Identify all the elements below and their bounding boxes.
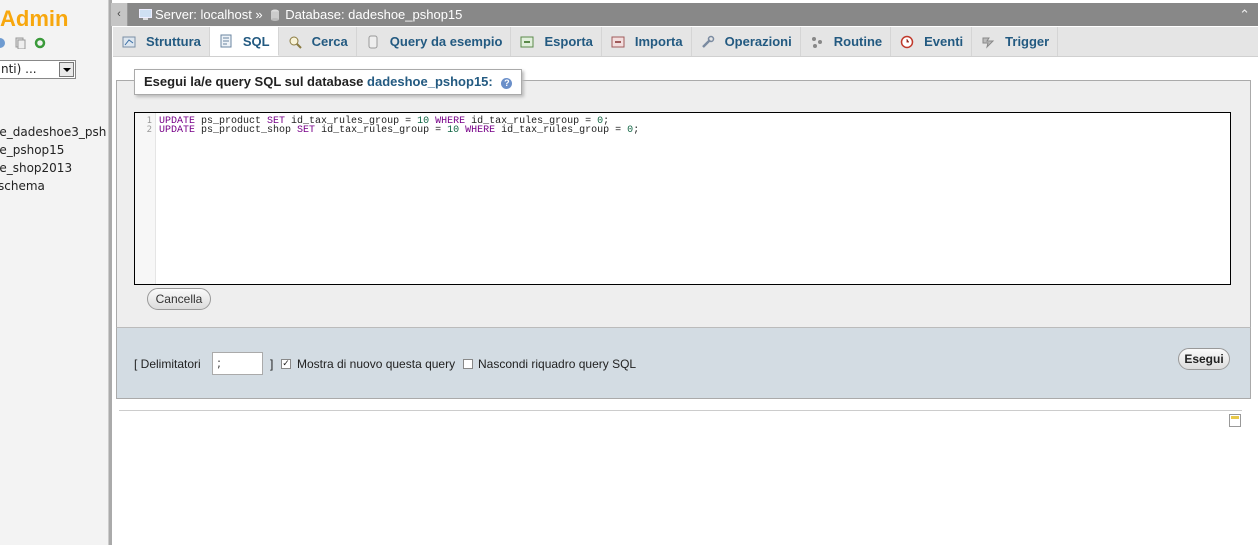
tab-eventi[interactable]: Eventi <box>891 27 973 56</box>
tab-trigger[interactable]: Trigger <box>972 27 1059 56</box>
database-list-item[interactable]: oe_shop2013 <box>0 159 106 177</box>
export-icon <box>520 36 534 47</box>
tab-sql[interactable]: SQL <box>209 27 279 56</box>
sql-icon <box>220 34 232 48</box>
tab-query-da-esempio[interactable]: Query da esempio <box>357 27 512 56</box>
chevron-down-icon[interactable] <box>59 62 74 77</box>
delimiter-input[interactable]: ; <box>212 352 263 375</box>
trigger-icon <box>982 37 995 49</box>
tab-cerca[interactable]: Cerca <box>279 27 357 56</box>
logo: Admin <box>0 6 69 31</box>
panel-divider[interactable] <box>108 0 112 545</box>
code-line: UPDATE ps_product_shop SET id_tax_rules_… <box>159 125 640 136</box>
tab-operazioni[interactable]: Operazioni <box>692 27 801 56</box>
search-icon <box>289 36 302 49</box>
import-icon <box>611 36 625 47</box>
delimiter-label-close: ] <box>270 357 274 371</box>
database-select[interactable]: nti) ... <box>0 60 76 79</box>
tab-bar: Struttura SQL Cerca Query da esempio Esporta… <box>113 27 1258 57</box>
tab-label: Eventi <box>924 34 964 49</box>
show-query-label[interactable]: Mostra di nuovo questa query <box>297 357 455 371</box>
tab-label: Cerca <box>311 34 348 49</box>
tab-importa[interactable]: Importa <box>602 27 692 56</box>
reload-icon[interactable] <box>34 37 46 49</box>
hide-box-checkbox[interactable] <box>463 359 473 369</box>
scroll-top-icon[interactable]: ⌃ <box>1239 3 1250 26</box>
cancel-button[interactable]: Cancella <box>147 288 211 310</box>
database-icon <box>271 9 280 21</box>
tab-label: Trigger <box>1005 34 1050 49</box>
wrench-icon <box>701 35 714 48</box>
nav-icons <box>0 37 46 49</box>
tab-label: Routine <box>833 34 883 49</box>
tab-label: Query da esempio <box>389 34 503 49</box>
events-icon <box>900 35 914 48</box>
tab-label: Importa <box>634 34 683 49</box>
database-list: oe_dadeshoe3_pshoe_pshop15oe_shop2013_sc… <box>0 123 106 195</box>
tab-label: Struttura <box>146 34 201 49</box>
navigation-panel: Admin nti) ... oe_dadeshoe3_pshoe_pshop1… <box>0 0 108 545</box>
console-icon[interactable] <box>1229 414 1241 427</box>
tab-struttura[interactable]: Struttura <box>113 27 210 56</box>
breadcrumb-server[interactable]: Server: localhost » <box>155 7 263 22</box>
hide-box-label[interactable]: Nascondi riquadro query SQL <box>478 357 636 371</box>
breadcrumb: Server: localhost » Database: dadeshoe_p… <box>139 3 462 26</box>
routine-icon <box>811 36 822 48</box>
query-legend: Esegui la/e query SQL sul database dades… <box>134 69 523 95</box>
tab-esporta[interactable]: Esporta <box>511 27 602 56</box>
line-number-gutter: 12 <box>135 113 156 284</box>
tab-label: Operazioni <box>724 34 792 49</box>
help-icon[interactable]: ? <box>501 78 513 89</box>
database-list-item[interactable]: oe_dadeshoe3_psh <box>0 123 106 141</box>
breadcrumb-bar: ‹ Server: localhost » Database: dadeshoe… <box>111 3 1258 26</box>
line-number: 2 <box>146 125 152 135</box>
divider-line <box>119 410 1242 411</box>
docs-icon[interactable] <box>14 37 26 49</box>
home-icon[interactable] <box>0 37 6 49</box>
breadcrumb-database[interactable]: Database: dadeshoe_pshop15 <box>285 7 462 22</box>
collapse-nav-button[interactable]: ‹ <box>111 3 128 26</box>
tab-routine[interactable]: Routine <box>801 27 892 56</box>
show-query-checkbox[interactable]: ✓ <box>281 359 291 369</box>
tab-label: Esporta <box>544 34 593 49</box>
database-list-item[interactable]: oe_pshop15 <box>0 141 106 159</box>
sql-editor[interactable]: 12 UPDATE ps_product SET id_tax_rules_gr… <box>134 112 1231 285</box>
query-icon <box>368 35 378 48</box>
delimiter-label: [ Delimitatori <box>134 357 201 371</box>
legend-db-name: dadeshoe_pshop15: <box>367 74 493 89</box>
tab-label: SQL <box>242 33 270 49</box>
structure-icon <box>122 36 136 47</box>
server-icon <box>139 9 152 20</box>
database-list-item[interactable]: _schema <box>0 177 106 195</box>
execute-button[interactable]: Esegui <box>1178 348 1230 370</box>
